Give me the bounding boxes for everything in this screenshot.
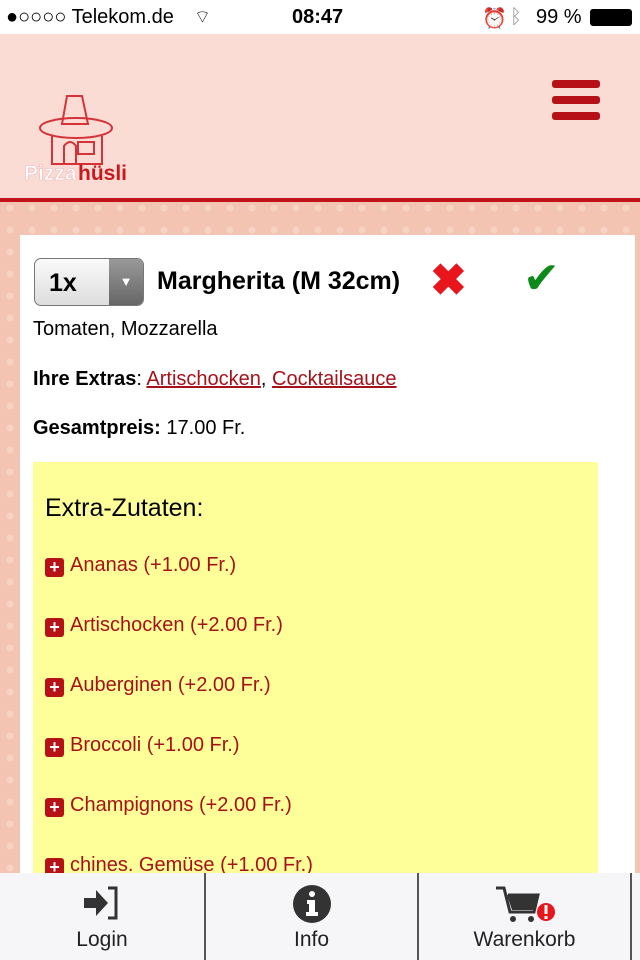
add-extra-item[interactable]: + Artischocken (+2.00 Fr.) — [45, 614, 283, 637]
hamburger-menu-button[interactable] — [552, 80, 600, 122]
dropdown-arrow-icon: ▼ — [109, 259, 143, 305]
price-value: 17.00 Fr. — [166, 417, 246, 439]
extra-ingredients-title: Extra-Zutaten: — [45, 494, 204, 522]
plus-icon: + — [45, 738, 64, 757]
info-icon — [206, 873, 417, 928]
total-price: Gesamtpreis: 17.00 Fr. — [33, 417, 245, 440]
plus-icon: + — [45, 678, 64, 697]
price-label: Gesamtpreis: — [33, 417, 161, 439]
confirm-item-button[interactable]: ✔ — [523, 257, 560, 301]
battery-percent: 99 % — [536, 6, 582, 28]
logo-sombrero-icon: Pizza hüsli — [24, 95, 127, 185]
extra-label: Auberginen (+2.00 Fr.) — [70, 674, 271, 696]
extra-label: Champignons (+2.00 Fr.) — [70, 794, 292, 816]
tab-warenkorb[interactable]: Warenkorb — [419, 873, 632, 960]
remove-item-button[interactable]: ✖ — [430, 259, 467, 303]
header: Pizza hüsli — [0, 34, 640, 202]
add-extra-item[interactable]: + Auberginen (+2.00 Fr.) — [45, 674, 271, 697]
item-name: Margherita (M 32cm) — [157, 267, 401, 295]
add-extra-item[interactable]: + Champignons (+2.00 Fr.) — [45, 794, 292, 817]
carrier: ●○○○○ Telekom.de — [6, 6, 174, 28]
quantity-select[interactable]: 1x ▼ — [34, 258, 144, 306]
login-icon — [0, 873, 204, 928]
tab-label: Info — [293, 928, 330, 951]
clock: 08:47 — [292, 6, 344, 28]
svg-text:hüsli: hüsli — [78, 162, 127, 185]
wifi-icon: ⌔ — [194, 7, 211, 27]
extra-link[interactable]: Artischocken — [146, 368, 261, 390]
battery-icon — [590, 9, 632, 26]
quantity-value: 1x — [49, 269, 77, 297]
add-extra-item[interactable]: + Ananas (+1.00 Fr.) — [45, 554, 236, 577]
tab-login[interactable]: Login — [0, 873, 206, 960]
logo[interactable]: Pizza hüsli — [22, 76, 132, 186]
plus-icon: + — [45, 558, 64, 577]
plus-icon: + — [45, 618, 64, 637]
plus-icon: + — [45, 798, 64, 817]
tab-label: Warenkorb — [473, 928, 576, 951]
cart-item-card: 1x ▼ Margherita (M 32cm) ✖ ✔ Tomaten, Mo… — [20, 235, 635, 942]
cart-icon — [419, 873, 630, 928]
extra-label: Ananas (+1.00 Fr.) — [70, 554, 237, 576]
selected-extras: Ihre Extras: Artischocken, Cocktailsauce — [33, 368, 397, 390]
ingredients: Tomaten, Mozzarella — [33, 318, 218, 340]
svg-text:Pizza: Pizza — [24, 162, 77, 185]
add-extra-item[interactable]: + Broccoli (+1.00 Fr.) — [45, 734, 240, 757]
bluetooth-icon: ᛒ — [510, 6, 522, 28]
tab-label: Login — [76, 928, 128, 951]
extra-ingredients-panel: Extra-Zutaten: + Ananas (+1.00 Fr.) + Arti… — [33, 462, 598, 942]
extras-label: Ihre Extras — [33, 368, 137, 390]
tab-info[interactable]: Info — [206, 873, 419, 960]
tab-bar: Login Info Warenkorb — [0, 873, 640, 960]
extra-label: Broccoli (+1.00 Fr.) — [70, 734, 240, 756]
alarm-icon: ⏰ — [482, 8, 507, 30]
extra-link[interactable]: Cocktailsauce — [272, 368, 397, 390]
extra-label: Artischocken (+2.00 Fr.) — [70, 614, 283, 636]
status-bar: ●○○○○ Telekom.de ⌔ 08:47 ⏰ ᛒ 99 % — [0, 0, 640, 34]
